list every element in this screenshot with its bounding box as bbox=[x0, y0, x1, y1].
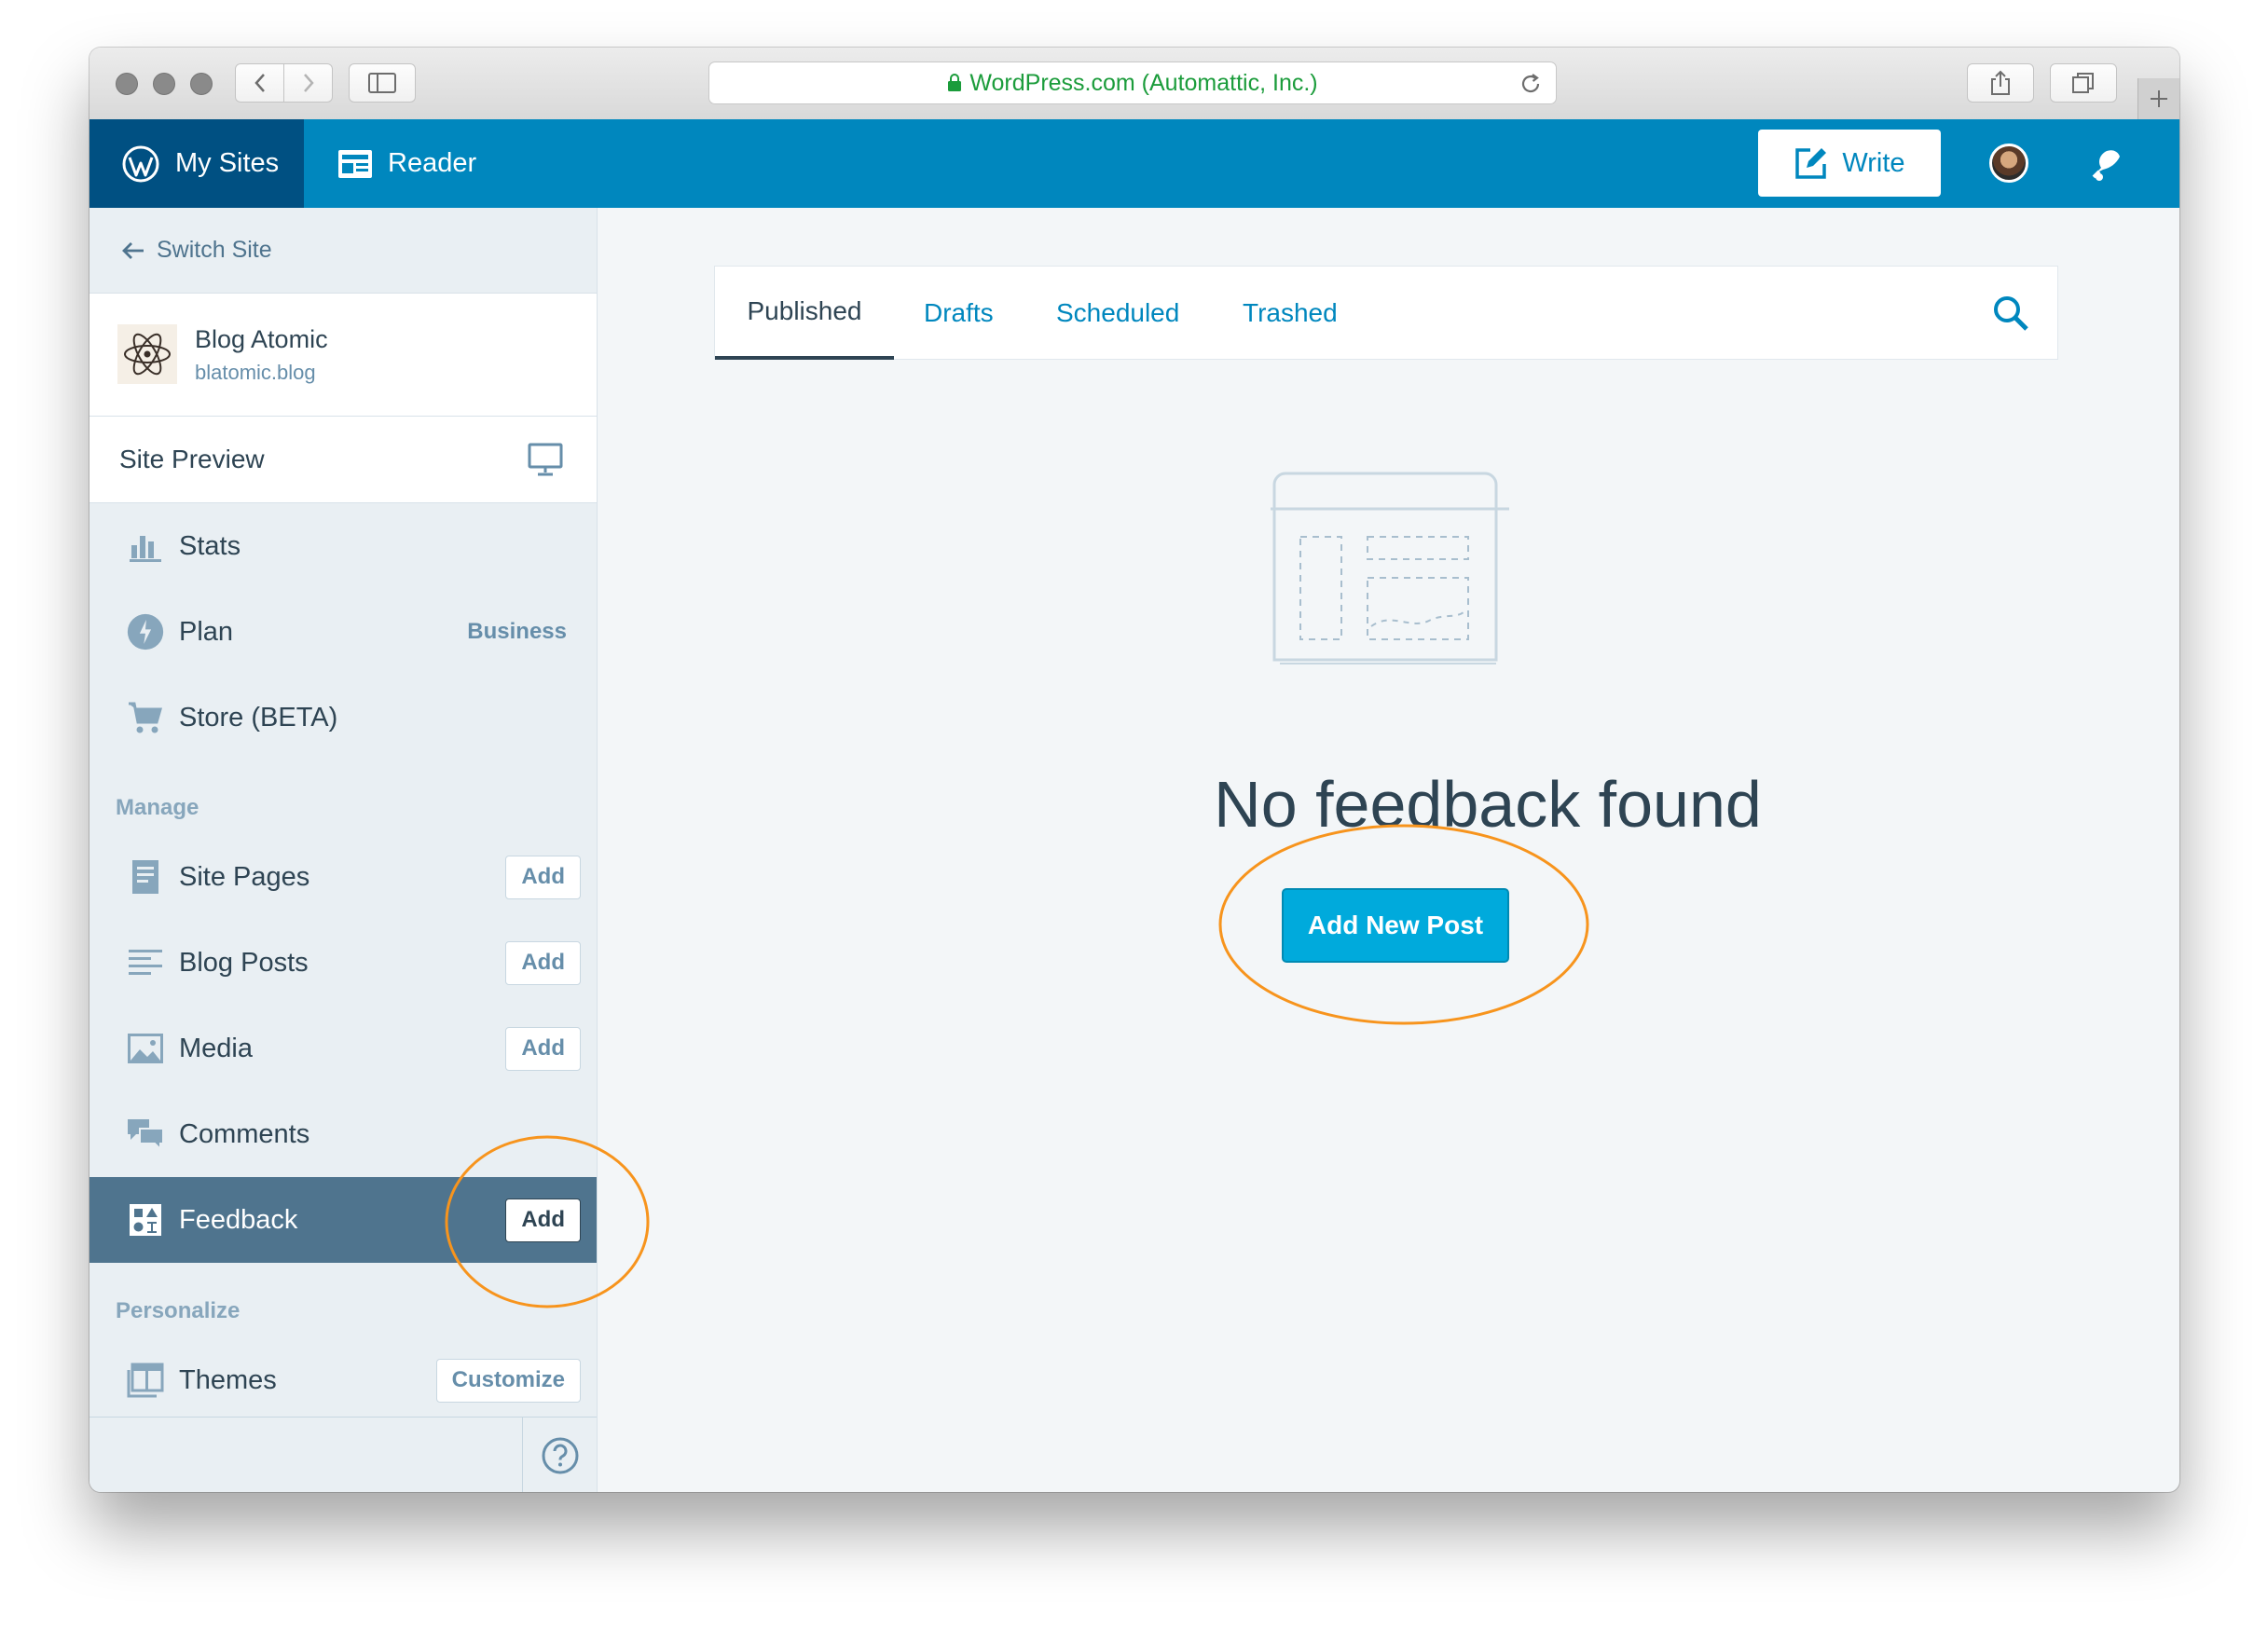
sidebar-item-label: Stats bbox=[179, 530, 241, 561]
plus-icon bbox=[2151, 90, 2167, 107]
tab-scheduled[interactable]: Scheduled bbox=[1056, 267, 1179, 360]
site-preview-item[interactable]: Site Preview bbox=[89, 417, 597, 503]
sidebar-item-feedback[interactable]: Feedback Add bbox=[89, 1177, 597, 1263]
customize-button[interactable]: Customize bbox=[435, 1358, 581, 1403]
site-icon bbox=[117, 324, 177, 384]
close-window-button[interactable] bbox=[116, 73, 138, 95]
chevron-left-icon bbox=[254, 74, 265, 92]
avatar[interactable] bbox=[1989, 144, 2028, 183]
empty-state-illustration bbox=[1271, 472, 1509, 664]
search-icon[interactable] bbox=[1992, 294, 2029, 332]
add-media-button[interactable]: Add bbox=[505, 1026, 581, 1071]
add-post-button[interactable]: Add bbox=[505, 940, 581, 985]
reader-label: Reader bbox=[388, 148, 477, 178]
notifications-bell-icon[interactable] bbox=[2088, 145, 2125, 183]
reader-icon bbox=[338, 149, 372, 178]
sidebar-item-label: Feedback bbox=[179, 1204, 298, 1235]
site-url: blatomic.blog bbox=[195, 361, 316, 384]
sidebar: Switch Site Blog Atomic blatomic.blog Si… bbox=[89, 208, 598, 1492]
zoom-window-button[interactable] bbox=[190, 73, 213, 95]
help-button[interactable] bbox=[522, 1418, 597, 1492]
comments-icon bbox=[127, 1116, 164, 1153]
sidebar-item-media[interactable]: Media Add bbox=[89, 1006, 597, 1091]
tab-trashed[interactable]: Trashed bbox=[1243, 267, 1338, 360]
monitor-icon bbox=[528, 443, 563, 476]
site-preview-label: Site Preview bbox=[119, 445, 265, 473]
themes-icon bbox=[127, 1362, 164, 1399]
personalize-heading: Personalize bbox=[116, 1298, 241, 1323]
tabs-overview-button[interactable] bbox=[2050, 63, 2117, 103]
stats-icon bbox=[127, 527, 164, 565]
help-icon bbox=[542, 1437, 578, 1473]
plan-icon bbox=[127, 613, 164, 651]
sidebar-item-label: Site Pages bbox=[179, 861, 310, 892]
browser-toolbar: WordPress.com (Automattic, Inc.) bbox=[89, 48, 2179, 120]
pages-icon bbox=[127, 858, 164, 896]
tab-drafts[interactable]: Drafts bbox=[924, 267, 994, 360]
empty-state-title: No feedback found bbox=[1214, 768, 1762, 841]
switch-site-button[interactable]: Switch Site bbox=[89, 208, 597, 294]
my-sites-label: My Sites bbox=[175, 148, 280, 178]
add-new-post-button[interactable]: Add New Post bbox=[1282, 888, 1509, 963]
media-icon bbox=[127, 1030, 164, 1067]
arrow-left-icon bbox=[122, 241, 144, 259]
post-status-tabs: Published Drafts Scheduled Trashed bbox=[714, 266, 2058, 360]
wordpress-logo-icon bbox=[122, 145, 159, 182]
add-page-button[interactable]: Add bbox=[505, 855, 581, 899]
sidebar-icon bbox=[368, 73, 396, 93]
atom-icon bbox=[124, 333, 171, 376]
sidebar-footer bbox=[89, 1417, 597, 1492]
share-button[interactable] bbox=[1967, 63, 2034, 103]
masterbar: My Sites Reader Write bbox=[89, 119, 2179, 208]
current-site-card[interactable]: Blog Atomic blatomic.blog bbox=[89, 294, 597, 417]
back-button[interactable] bbox=[235, 63, 284, 103]
sidebar-item-label: Store (BETA) bbox=[179, 702, 338, 733]
sidebar-item-label: Comments bbox=[179, 1118, 310, 1149]
reader-button[interactable]: Reader bbox=[337, 119, 476, 208]
sidebar-item-site-pages[interactable]: Site Pages Add bbox=[89, 834, 597, 920]
browser-window: WordPress.com (Automattic, Inc.) My Site… bbox=[89, 48, 2179, 1492]
minimize-window-button[interactable] bbox=[153, 73, 175, 95]
site-name: Blog Atomic bbox=[195, 325, 328, 353]
sidebar-item-label: Themes bbox=[179, 1364, 277, 1395]
sidebar-item-label: Plan bbox=[179, 616, 234, 647]
tab-published[interactable]: Published bbox=[715, 267, 894, 360]
share-icon bbox=[1991, 70, 2010, 95]
sidebar-item-stats[interactable]: Stats bbox=[89, 503, 597, 589]
forward-button[interactable] bbox=[283, 63, 333, 103]
sidebar-item-comments[interactable]: Comments bbox=[89, 1091, 597, 1177]
sidebar-toggle-button[interactable] bbox=[349, 63, 416, 103]
sidebar-item-blog-posts[interactable]: Blog Posts Add bbox=[89, 920, 597, 1006]
chevron-right-icon bbox=[303, 74, 314, 92]
cart-icon bbox=[127, 699, 164, 736]
feedback-icon bbox=[127, 1201, 164, 1239]
manage-heading: Manage bbox=[116, 795, 199, 820]
write-label: Write bbox=[1842, 147, 1905, 178]
reload-icon[interactable] bbox=[1519, 72, 1543, 96]
plan-badge: Business bbox=[467, 619, 567, 644]
write-icon bbox=[1795, 148, 1827, 179]
add-feedback-button[interactable]: Add bbox=[505, 1198, 581, 1242]
switch-site-label: Switch Site bbox=[157, 237, 272, 263]
sidebar-item-themes[interactable]: Themes Customize bbox=[89, 1337, 597, 1423]
sidebar-item-label: Blog Posts bbox=[179, 947, 309, 978]
posts-icon bbox=[127, 944, 164, 981]
write-button[interactable]: Write bbox=[1758, 130, 1941, 197]
sidebar-item-plan[interactable]: Plan Business bbox=[89, 589, 597, 675]
sidebar-item-store[interactable]: Store (BETA) bbox=[89, 675, 597, 760]
address-bar[interactable]: WordPress.com (Automattic, Inc.) bbox=[708, 62, 1557, 104]
url-text: WordPress.com (Automattic, Inc.) bbox=[969, 69, 1318, 96]
tabs-icon bbox=[2072, 73, 2094, 93]
new-tab-button[interactable] bbox=[2137, 78, 2179, 119]
sidebar-item-label: Media bbox=[179, 1033, 253, 1063]
lock-icon bbox=[948, 74, 962, 91]
my-sites-button[interactable]: My Sites bbox=[89, 119, 304, 208]
